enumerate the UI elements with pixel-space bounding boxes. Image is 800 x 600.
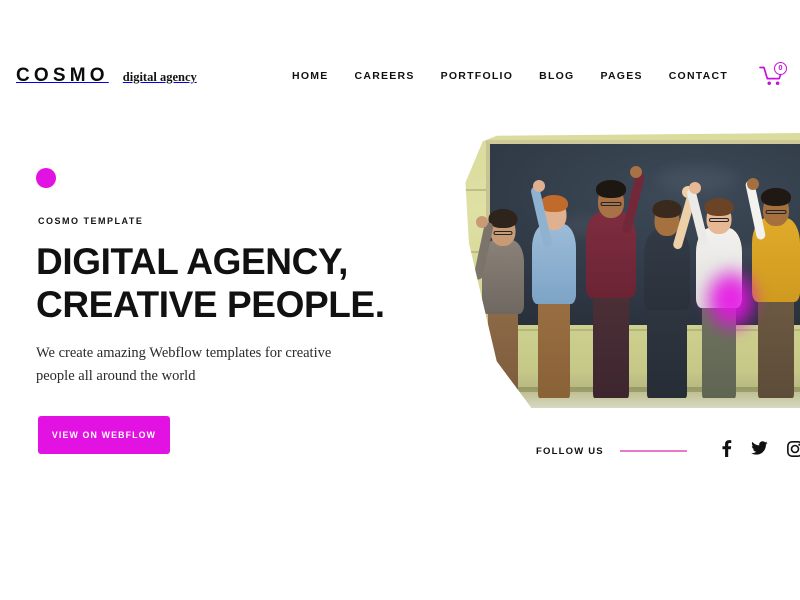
photo-person xyxy=(585,142,646,398)
nav-item-contact[interactable]: CONTACT xyxy=(669,70,728,82)
photo-person xyxy=(530,158,577,398)
nav-item-home[interactable]: HOME xyxy=(292,70,329,82)
headline-line-2: CREATIVE PEOPLE. xyxy=(36,284,385,326)
hero-eyebrow: COSMO TEMPLATE xyxy=(38,216,144,226)
follow-us-section: FOLLOW US xyxy=(536,440,800,462)
cart-count-badge: 0 xyxy=(774,62,787,75)
facebook-icon[interactable] xyxy=(721,440,732,462)
page-title: DIGITAL AGENCY, CREATIVE PEOPLE. xyxy=(36,240,436,327)
photo-person xyxy=(744,154,800,398)
magenta-dot-decoration xyxy=(36,168,56,188)
nav-item-portfolio[interactable]: PORTFOLIO xyxy=(441,70,514,82)
nav-item-pages[interactable]: PAGES xyxy=(600,70,642,82)
view-on-webflow-button[interactable]: VIEW ON WEBFLOW xyxy=(38,416,170,454)
hero-subtitle: We create amazing Webflow templates for … xyxy=(36,345,332,385)
twitter-icon[interactable] xyxy=(751,441,768,461)
landing-page: COSMO digital agency HOME CAREERS PORTFO… xyxy=(0,0,800,600)
magenta-glow-accent xyxy=(698,261,764,339)
photo-person xyxy=(473,186,525,398)
follow-us-divider xyxy=(619,450,687,452)
follow-us-label: FOLLOW US xyxy=(536,445,604,457)
social-links xyxy=(721,440,800,462)
headline-line-1: DIGITAL AGENCY, xyxy=(36,241,348,282)
nav-item-blog[interactable]: BLOG xyxy=(539,70,574,82)
hero-photo xyxy=(465,133,800,408)
brand-logo[interactable]: COSMO digital agency xyxy=(16,65,197,87)
brand-tagline: digital agency xyxy=(122,70,197,84)
shopping-cart-icon[interactable]: 0 xyxy=(758,62,787,89)
brand-name: COSMO xyxy=(16,65,109,86)
main-nav: HOME CAREERS PORTFOLIO BLOG PAGES CONTAC… xyxy=(292,62,787,89)
photo-person xyxy=(643,176,697,398)
site-header: COSMO digital agency HOME CAREERS PORTFO… xyxy=(0,55,800,97)
instagram-icon[interactable] xyxy=(786,440,800,462)
nav-item-careers[interactable]: CAREERS xyxy=(355,70,415,82)
